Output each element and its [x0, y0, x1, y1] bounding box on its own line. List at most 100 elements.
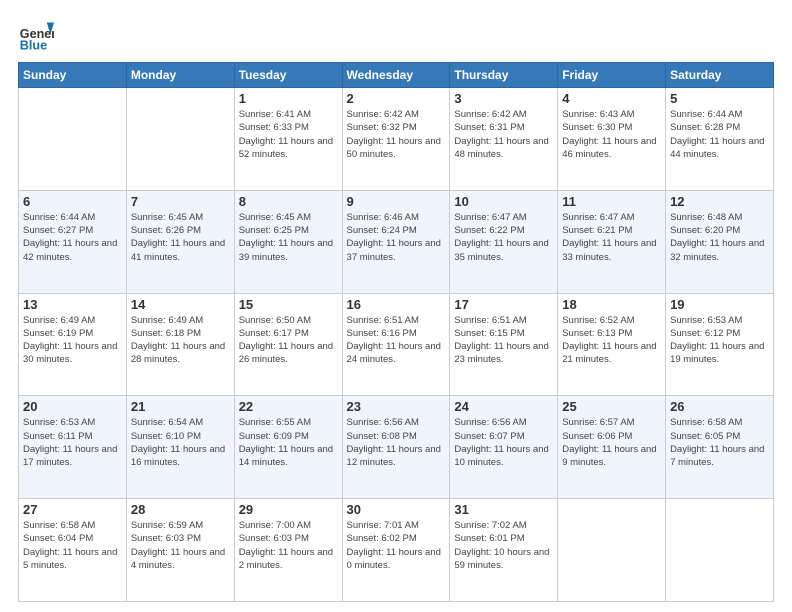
calendar-cell: 31 Sunrise: 7:02 AMSunset: 6:01 PMDayligh…	[450, 499, 558, 602]
day-number: 14	[131, 297, 230, 312]
day-number: 24	[454, 399, 553, 414]
day-number: 15	[239, 297, 338, 312]
day-info: Sunrise: 6:45 AMSunset: 6:26 PMDaylight:…	[131, 211, 230, 264]
day-info: Sunrise: 6:48 AMSunset: 6:20 PMDaylight:…	[670, 211, 769, 264]
day-info: Sunrise: 6:54 AMSunset: 6:10 PMDaylight:…	[131, 416, 230, 469]
day-info: Sunrise: 6:44 AMSunset: 6:28 PMDaylight:…	[670, 108, 769, 161]
day-info: Sunrise: 6:47 AMSunset: 6:21 PMDaylight:…	[562, 211, 661, 264]
day-info: Sunrise: 6:42 AMSunset: 6:31 PMDaylight:…	[454, 108, 553, 161]
calendar-cell: 11 Sunrise: 6:47 AMSunset: 6:21 PMDayligh…	[558, 190, 666, 293]
day-number: 27	[23, 502, 122, 517]
calendar-cell	[666, 499, 774, 602]
day-number: 23	[347, 399, 446, 414]
day-number: 17	[454, 297, 553, 312]
calendar-cell: 19 Sunrise: 6:53 AMSunset: 6:12 PMDayligh…	[666, 293, 774, 396]
calendar-cell	[19, 88, 127, 191]
calendar-week-row: 20 Sunrise: 6:53 AMSunset: 6:11 PMDayligh…	[19, 396, 774, 499]
calendar-cell: 5 Sunrise: 6:44 AMSunset: 6:28 PMDaylight…	[666, 88, 774, 191]
day-info: Sunrise: 7:00 AMSunset: 6:03 PMDaylight:…	[239, 519, 338, 572]
day-info: Sunrise: 6:41 AMSunset: 6:33 PMDaylight:…	[239, 108, 338, 161]
page: General Blue SundayMondayTuesdayWednesda…	[0, 0, 792, 612]
day-number: 1	[239, 91, 338, 106]
day-number: 30	[347, 502, 446, 517]
weekday-header: Sunday	[19, 63, 127, 88]
day-info: Sunrise: 6:56 AMSunset: 6:08 PMDaylight:…	[347, 416, 446, 469]
calendar-cell: 4 Sunrise: 6:43 AMSunset: 6:30 PMDaylight…	[558, 88, 666, 191]
calendar-cell: 24 Sunrise: 6:56 AMSunset: 6:07 PMDayligh…	[450, 396, 558, 499]
svg-text:Blue: Blue	[20, 39, 47, 53]
logo: General Blue	[18, 18, 54, 54]
day-number: 7	[131, 194, 230, 209]
calendar-cell: 23 Sunrise: 6:56 AMSunset: 6:08 PMDayligh…	[342, 396, 450, 499]
day-info: Sunrise: 6:45 AMSunset: 6:25 PMDaylight:…	[239, 211, 338, 264]
calendar-cell: 17 Sunrise: 6:51 AMSunset: 6:15 PMDayligh…	[450, 293, 558, 396]
day-number: 11	[562, 194, 661, 209]
calendar-table: SundayMondayTuesdayWednesdayThursdayFrid…	[18, 62, 774, 602]
day-info: Sunrise: 6:43 AMSunset: 6:30 PMDaylight:…	[562, 108, 661, 161]
day-info: Sunrise: 6:52 AMSunset: 6:13 PMDaylight:…	[562, 314, 661, 367]
day-number: 16	[347, 297, 446, 312]
calendar-cell: 3 Sunrise: 6:42 AMSunset: 6:31 PMDaylight…	[450, 88, 558, 191]
day-number: 25	[562, 399, 661, 414]
calendar-cell: 12Sunrise: 6:48 AMSunset: 6:20 PMDayligh…	[666, 190, 774, 293]
day-number: 13	[23, 297, 122, 312]
calendar-cell: 30Sunrise: 7:01 AMSunset: 6:02 PMDayligh…	[342, 499, 450, 602]
calendar-cell: 7 Sunrise: 6:45 AMSunset: 6:26 PMDaylight…	[126, 190, 234, 293]
calendar-header-row: SundayMondayTuesdayWednesdayThursdayFrid…	[19, 63, 774, 88]
calendar-cell: 20 Sunrise: 6:53 AMSunset: 6:11 PMDayligh…	[19, 396, 127, 499]
calendar-week-row: 27Sunrise: 6:58 AMSunset: 6:04 PMDayligh…	[19, 499, 774, 602]
day-info: Sunrise: 6:57 AMSunset: 6:06 PMDaylight:…	[562, 416, 661, 469]
day-number: 8	[239, 194, 338, 209]
day-info: Sunrise: 6:49 AMSunset: 6:18 PMDaylight:…	[131, 314, 230, 367]
day-number: 19	[670, 297, 769, 312]
day-info: Sunrise: 6:47 AMSunset: 6:22 PMDaylight:…	[454, 211, 553, 264]
day-info: Sunrise: 7:02 AMSunset: 6:01 PMDaylight:…	[454, 519, 553, 572]
weekday-header: Thursday	[450, 63, 558, 88]
weekday-header: Tuesday	[234, 63, 342, 88]
calendar-cell: 26 Sunrise: 6:58 AMSunset: 6:05 PMDayligh…	[666, 396, 774, 499]
day-info: Sunrise: 6:53 AMSunset: 6:11 PMDaylight:…	[23, 416, 122, 469]
calendar-cell: 22Sunrise: 6:55 AMSunset: 6:09 PMDayligh…	[234, 396, 342, 499]
day-number: 22	[239, 399, 338, 414]
day-info: Sunrise: 6:46 AMSunset: 6:24 PMDaylight:…	[347, 211, 446, 264]
day-number: 2	[347, 91, 446, 106]
calendar-cell: 28 Sunrise: 6:59 AMSunset: 6:03 PMDayligh…	[126, 499, 234, 602]
calendar-cell: 15 Sunrise: 6:50 AMSunset: 6:17 PMDayligh…	[234, 293, 342, 396]
calendar-week-row: 6Sunrise: 6:44 AMSunset: 6:27 PMDaylight…	[19, 190, 774, 293]
weekday-header: Saturday	[666, 63, 774, 88]
calendar-cell: 14 Sunrise: 6:49 AMSunset: 6:18 PMDayligh…	[126, 293, 234, 396]
day-info: Sunrise: 6:58 AMSunset: 6:05 PMDaylight:…	[670, 416, 769, 469]
day-info: Sunrise: 6:53 AMSunset: 6:12 PMDaylight:…	[670, 314, 769, 367]
calendar-cell: 9 Sunrise: 6:46 AMSunset: 6:24 PMDaylight…	[342, 190, 450, 293]
day-info: Sunrise: 6:49 AMSunset: 6:19 PMDaylight:…	[23, 314, 122, 367]
day-number: 29	[239, 502, 338, 517]
calendar-cell: 18Sunrise: 6:52 AMSunset: 6:13 PMDayligh…	[558, 293, 666, 396]
day-info: Sunrise: 6:56 AMSunset: 6:07 PMDaylight:…	[454, 416, 553, 469]
calendar-cell: 6Sunrise: 6:44 AMSunset: 6:27 PMDaylight…	[19, 190, 127, 293]
day-number: 5	[670, 91, 769, 106]
calendar-cell	[126, 88, 234, 191]
day-number: 6	[23, 194, 122, 209]
day-number: 10	[454, 194, 553, 209]
day-info: Sunrise: 6:50 AMSunset: 6:17 PMDaylight:…	[239, 314, 338, 367]
day-info: Sunrise: 6:51 AMSunset: 6:15 PMDaylight:…	[454, 314, 553, 367]
calendar-cell: 2Sunrise: 6:42 AMSunset: 6:32 PMDaylight…	[342, 88, 450, 191]
logo-icon: General Blue	[18, 18, 54, 54]
day-number: 20	[23, 399, 122, 414]
calendar-cell: 10 Sunrise: 6:47 AMSunset: 6:22 PMDayligh…	[450, 190, 558, 293]
day-number: 28	[131, 502, 230, 517]
weekday-header: Friday	[558, 63, 666, 88]
calendar-week-row: 13 Sunrise: 6:49 AMSunset: 6:19 PMDayligh…	[19, 293, 774, 396]
day-info: Sunrise: 6:59 AMSunset: 6:03 PMDaylight:…	[131, 519, 230, 572]
day-number: 9	[347, 194, 446, 209]
day-number: 21	[131, 399, 230, 414]
day-number: 4	[562, 91, 661, 106]
day-number: 26	[670, 399, 769, 414]
calendar-cell: 27Sunrise: 6:58 AMSunset: 6:04 PMDayligh…	[19, 499, 127, 602]
calendar-cell: 29 Sunrise: 7:00 AMSunset: 6:03 PMDayligh…	[234, 499, 342, 602]
day-number: 31	[454, 502, 553, 517]
day-info: Sunrise: 6:51 AMSunset: 6:16 PMDaylight:…	[347, 314, 446, 367]
calendar-cell: 1 Sunrise: 6:41 AMSunset: 6:33 PMDaylight…	[234, 88, 342, 191]
calendar-cell: 16 Sunrise: 6:51 AMSunset: 6:16 PMDayligh…	[342, 293, 450, 396]
day-number: 3	[454, 91, 553, 106]
